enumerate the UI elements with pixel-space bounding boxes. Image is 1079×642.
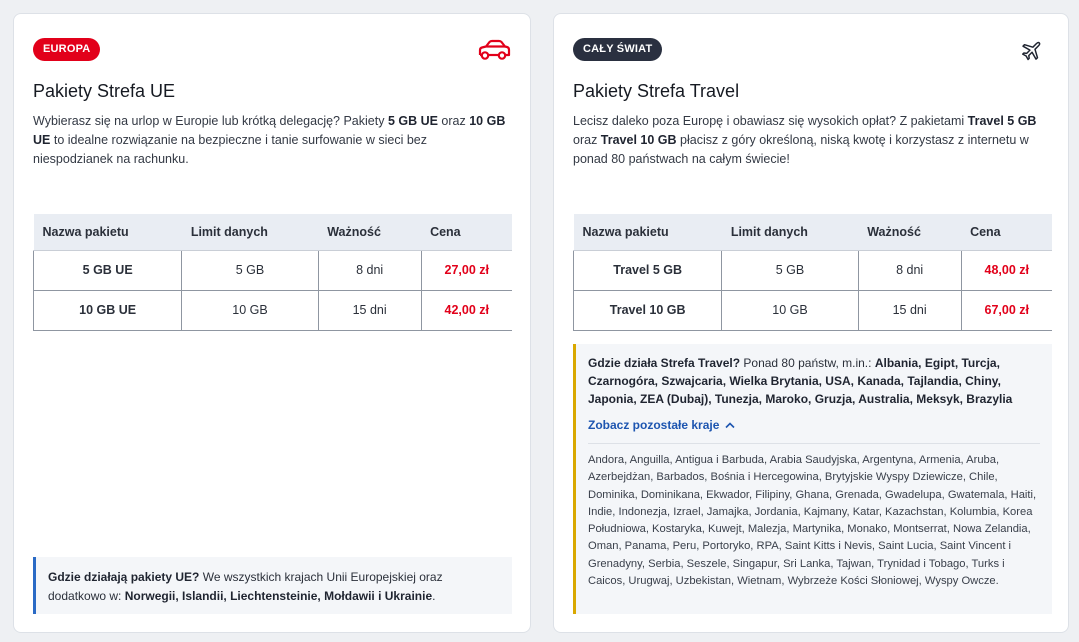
data-limit-cell: 10 GB [721,289,859,331]
column-header: Cena [961,214,1052,251]
column-header: Nazwa pakietu [33,214,182,251]
validity-cell: 15 dni [857,289,962,331]
table-row: Travel 10 GB 10 GB 15 dni 67,00 zł [572,289,1052,331]
eu-coverage-info: Gdzie działają pakiety UE? We wszystkich… [33,557,512,614]
table-row: Travel 5 GB 5 GB 8 dni 48,00 zł [572,249,1052,291]
price-cell: 48,00 zł [960,249,1052,291]
caly-swiat-badge: CAŁY ŚWIAT [573,38,663,61]
package-name-cell: 10 GB UE [32,289,183,331]
text: Wybierasz się na urlop w Europie lub kró… [33,114,388,128]
toggle-label: Zobacz pozostałe kraje [588,418,720,432]
column-header: Nazwa pakietu [573,214,722,251]
bold-text: Norwegii, Islandii, Liechtensteinie, Moł… [124,589,433,603]
car-icon [478,39,511,60]
travel-card-title: Pakiety Strefa Travel [573,81,740,101]
data-limit-cell: 5 GB [181,249,319,291]
table-header-row: Nazwa pakietu Limit danych Ważność Cena [33,214,512,251]
show-other-countries-toggle[interactable]: Zobacz pozostałe kraje [588,416,1040,434]
data-limit-cell: 10 GB [181,289,319,331]
data-limit-cell: 5 GB [721,249,859,291]
column-header: Ważność [318,214,422,251]
travel-description: Lecisz daleko poza Europę i obawiasz się… [573,112,1049,169]
price-cell: 27,00 zł [420,249,512,291]
price-cell: 42,00 zł [420,289,512,331]
bold-text: Gdzie działa Strefa Travel? [588,356,741,370]
package-name-cell: Travel 10 GB [572,289,723,331]
airplane-icon [1021,41,1041,61]
column-header: Ważność [858,214,962,251]
other-countries-list: Andora, Anguilla, Antigua i Barbuda, Ara… [588,454,1037,588]
table-row: 10 GB UE 10 GB 15 dni 42,00 zł [32,289,512,331]
divider [588,443,1040,444]
travel-packages-table: Nazwa pakietu Limit danych Ważność Cena Tra… [572,214,1052,331]
validity-cell: 8 dni [317,249,422,291]
column-header: Cena [421,214,512,251]
text: oraz [437,114,470,128]
travel-packages-card: CAŁY ŚWIAT Pakiety Strefa Travel Lecisz … [553,13,1069,633]
eu-description: Wybierasz się na urlop w Europie lub kró… [33,112,509,169]
text: oraz [573,133,601,147]
bold-text: 5 GB UE [387,114,438,128]
text: Lecisz daleko poza Europę i obawiasz się… [573,114,968,128]
bold-text: Travel 5 GB [967,114,1037,128]
column-header: Limit danych [181,214,319,251]
package-name-cell: Travel 5 GB [572,249,723,291]
table-header-row: Nazwa pakietu Limit danych Ważność Cena [573,214,1052,251]
package-name-cell: 5 GB UE [32,249,183,291]
eu-packages-table: Nazwa pakietu Limit danych Ważność Cena 5 G… [32,214,512,331]
chevron-up-icon [725,421,735,428]
text: Ponad 80 państw, m.in.: [740,356,875,370]
travel-coverage-info: Gdzie działa Strefa Travel? Ponad 80 pań… [573,344,1052,614]
text: to idealne rozwiązanie na bezpieczne i t… [33,133,427,166]
table-row: 5 GB UE 5 GB 8 dni 27,00 zł [32,249,512,291]
column-header: Limit danych [721,214,859,251]
eu-card-title: Pakiety Strefa UE [33,81,176,101]
travel-coverage-headline: Gdzie działa Strefa Travel? Ponad 80 pań… [588,354,1040,408]
europa-badge: EUROPA [33,38,101,61]
text: . [432,589,436,603]
eu-packages-card: EUROPA Pakiety Strefa UE Wybierasz się n… [13,13,531,633]
validity-cell: 8 dni [857,249,962,291]
price-cell: 67,00 zł [960,289,1052,331]
bold-text: Gdzie działają pakiety UE? [48,570,200,584]
bold-text: Travel 10 GB [600,133,677,147]
validity-cell: 15 dni [317,289,422,331]
